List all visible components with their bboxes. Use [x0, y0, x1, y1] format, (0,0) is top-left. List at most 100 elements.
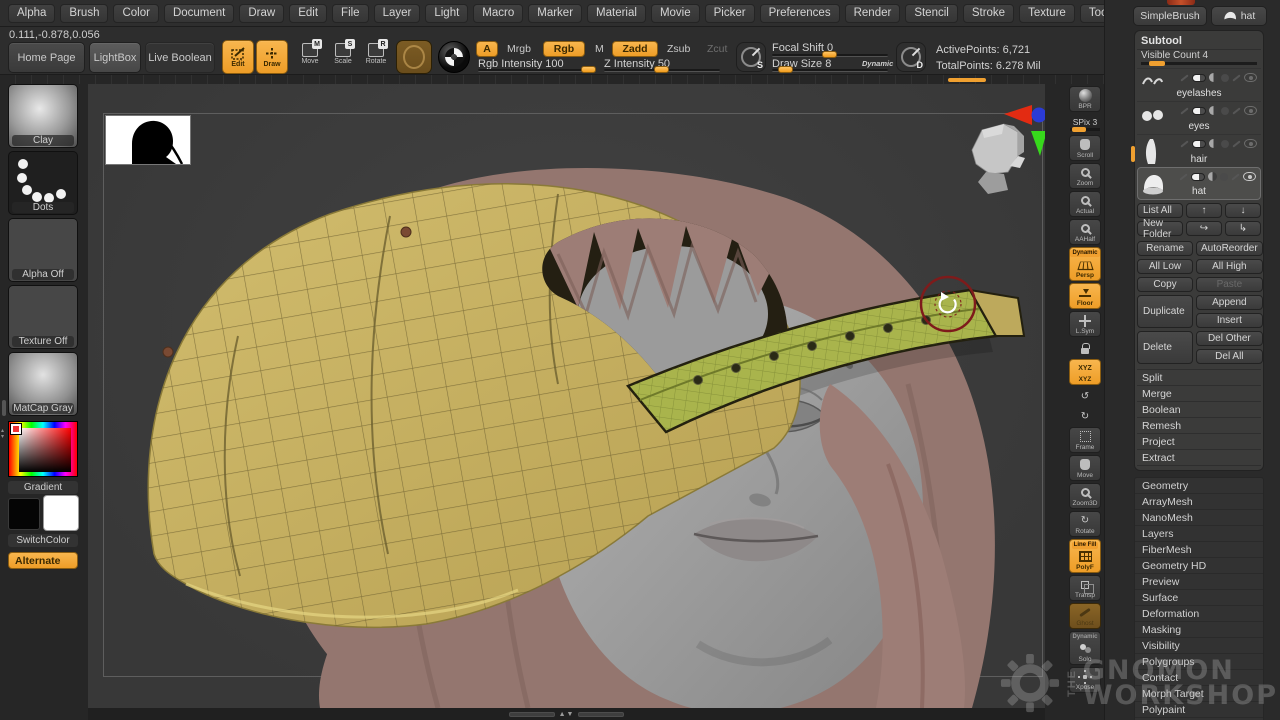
axis-z-dot[interactable]	[1032, 108, 1046, 123]
menu-document[interactable]: Document	[164, 4, 234, 23]
current-stroke-swatch[interactable]: Dots	[8, 151, 78, 215]
new-folder-button[interactable]: New Folder	[1137, 221, 1183, 236]
rotate3d-button[interactable]: ↻Rotate	[1069, 511, 1101, 537]
scale-button[interactable]: S Scale	[328, 43, 358, 65]
menu-marker[interactable]: Marker	[528, 4, 582, 23]
autoreorder-button[interactable]: AutoReorder	[1196, 241, 1263, 256]
focal-shift-slider[interactable]	[772, 54, 888, 57]
section-preview[interactable]: Preview	[1135, 574, 1263, 590]
move-out-folder-button[interactable]: ↪	[1186, 221, 1222, 236]
alternate-button[interactable]: Alternate	[8, 552, 78, 569]
color-picker[interactable]	[8, 421, 78, 477]
visibility-eye-icon[interactable]	[1244, 139, 1257, 148]
boolean-button[interactable]: Boolean	[1137, 402, 1261, 418]
m-toggle[interactable]: M	[588, 41, 611, 57]
copy-button[interactable]: Copy	[1137, 277, 1193, 292]
move-into-folder-button[interactable]: ↳	[1225, 221, 1261, 236]
section-morph-target[interactable]: Morph Target	[1135, 686, 1263, 702]
xyz-button[interactable]: XYZXYZ	[1069, 359, 1101, 385]
aahalf-button[interactable]: AAHalf	[1069, 219, 1101, 245]
rgb-toggle[interactable]: Rgb	[543, 41, 585, 57]
section-surface[interactable]: Surface	[1135, 590, 1263, 606]
scroll-button[interactable]: Scroll	[1069, 135, 1101, 161]
rename-button[interactable]: Rename	[1137, 241, 1193, 256]
section-arraymesh[interactable]: ArrayMesh	[1135, 494, 1263, 510]
bpr-button[interactable]: BPR	[1069, 86, 1101, 112]
brush-toggle-icon[interactable]	[1180, 107, 1188, 114]
paint-toggle-icon[interactable]	[1232, 140, 1240, 147]
material-toggle-icon[interactable]	[1221, 140, 1229, 148]
menu-stencil[interactable]: Stencil	[905, 4, 958, 23]
move-button[interactable]: M Move	[295, 43, 325, 65]
material-toggle-icon[interactable]	[1221, 107, 1229, 115]
switchcolor-button[interactable]: SwitchColor	[8, 534, 78, 547]
persp-button[interactable]: DynamicPersp	[1069, 247, 1101, 281]
camera-head-gizmo[interactable]	[972, 124, 1025, 194]
stroke-picker-button[interactable]: S	[736, 42, 766, 72]
zsub-toggle[interactable]: Zsub	[660, 41, 697, 57]
section-contact[interactable]: Contact	[1135, 670, 1263, 686]
subtool-item-eyes[interactable]: eyes	[1137, 101, 1261, 134]
del-all-button[interactable]: Del All	[1196, 349, 1263, 364]
tab-hat[interactable]: hat	[1211, 6, 1267, 26]
polypaint-toggle-icon[interactable]	[1192, 107, 1206, 115]
menu-macro[interactable]: Macro	[473, 4, 523, 23]
project-button[interactable]: Project	[1137, 434, 1261, 450]
divider-bar-right[interactable]	[578, 712, 624, 717]
section-polypaint[interactable]: Polypaint	[1135, 702, 1263, 718]
main-color-swatch[interactable]	[8, 498, 40, 530]
left-edge-scroll-mark[interactable]	[2, 400, 6, 416]
zadd-toggle[interactable]: Zadd	[612, 41, 658, 57]
ghost-button[interactable]: Ghost	[1069, 603, 1101, 629]
tray-divider-handle[interactable]	[948, 78, 986, 82]
sculpture-model[interactable]	[148, 168, 1024, 708]
polypaint-toggle-icon[interactable]	[1191, 173, 1205, 181]
divider-bar-left[interactable]	[509, 712, 555, 717]
brush-toggle-icon[interactable]	[1180, 140, 1188, 147]
color-picker-cursor[interactable]	[11, 424, 21, 434]
material-toggle-icon[interactable]	[1221, 74, 1229, 82]
list-all-button[interactable]: List All	[1137, 203, 1183, 218]
rotate-button[interactable]: R Rotate	[361, 43, 391, 65]
brush-toggle-icon[interactable]	[1180, 74, 1188, 81]
menu-preferences[interactable]: Preferences	[760, 4, 840, 23]
spin-right-button[interactable]: ↻	[1069, 407, 1101, 425]
polypaint-toggle-icon[interactable]	[1192, 140, 1206, 148]
visibility-eye-icon[interactable]	[1244, 106, 1257, 115]
color-picker-sv-area[interactable]	[19, 428, 71, 472]
matcap-swatch[interactable]: MatCap Gray	[8, 352, 78, 416]
tab-simplebrush[interactable]: SimpleBrush	[1133, 6, 1207, 26]
lsym-button[interactable]: L.Sym	[1069, 311, 1101, 337]
visibility-eye-icon[interactable]	[1243, 172, 1256, 181]
document-canvas[interactable]	[88, 84, 1045, 708]
menu-movie[interactable]: Movie	[651, 4, 700, 23]
menu-edit[interactable]: Edit	[289, 4, 327, 23]
tray-divider[interactable]	[0, 74, 1280, 84]
del-other-button[interactable]: Del Other	[1196, 331, 1263, 346]
duplicate-button[interactable]: Duplicate	[1137, 295, 1193, 328]
visible-count-slider[interactable]	[1141, 62, 1257, 65]
zcut-toggle[interactable]: Zcut	[700, 41, 734, 57]
extract-button[interactable]: Extract	[1137, 450, 1261, 466]
uv-toggle-icon[interactable]	[1209, 73, 1218, 82]
spix-slider[interactable]	[1070, 128, 1100, 131]
lightbox-button[interactable]: LightBox	[89, 42, 141, 73]
draw-button[interactable]: Draw	[256, 40, 288, 74]
section-geometry-hd[interactable]: Geometry HD	[1135, 558, 1263, 574]
frame-button[interactable]: Frame	[1069, 427, 1101, 453]
paint-toggle-icon[interactable]	[1231, 173, 1239, 180]
menu-layer[interactable]: Layer	[374, 4, 421, 23]
paste-button[interactable]: Paste	[1196, 277, 1263, 292]
spin-left-button[interactable]: ↺	[1069, 387, 1101, 405]
uv-toggle-icon[interactable]	[1209, 139, 1218, 148]
visible-count-slider-label[interactable]: Visible Count 4	[1137, 49, 1261, 61]
secondary-color-swatch[interactable]	[44, 496, 78, 530]
floor-button[interactable]: Floor	[1069, 283, 1101, 309]
mrgb-toggle[interactable]: Mrgb	[500, 41, 538, 57]
subtool-item-hat-selected[interactable]: hat	[1137, 167, 1261, 200]
axis-x-arrow[interactable]	[1004, 105, 1032, 125]
rgb-intensity-slider[interactable]	[478, 69, 596, 72]
visibility-eye-icon[interactable]	[1244, 73, 1257, 82]
menu-light[interactable]: Light	[425, 4, 468, 23]
menu-picker[interactable]: Picker	[705, 4, 755, 23]
